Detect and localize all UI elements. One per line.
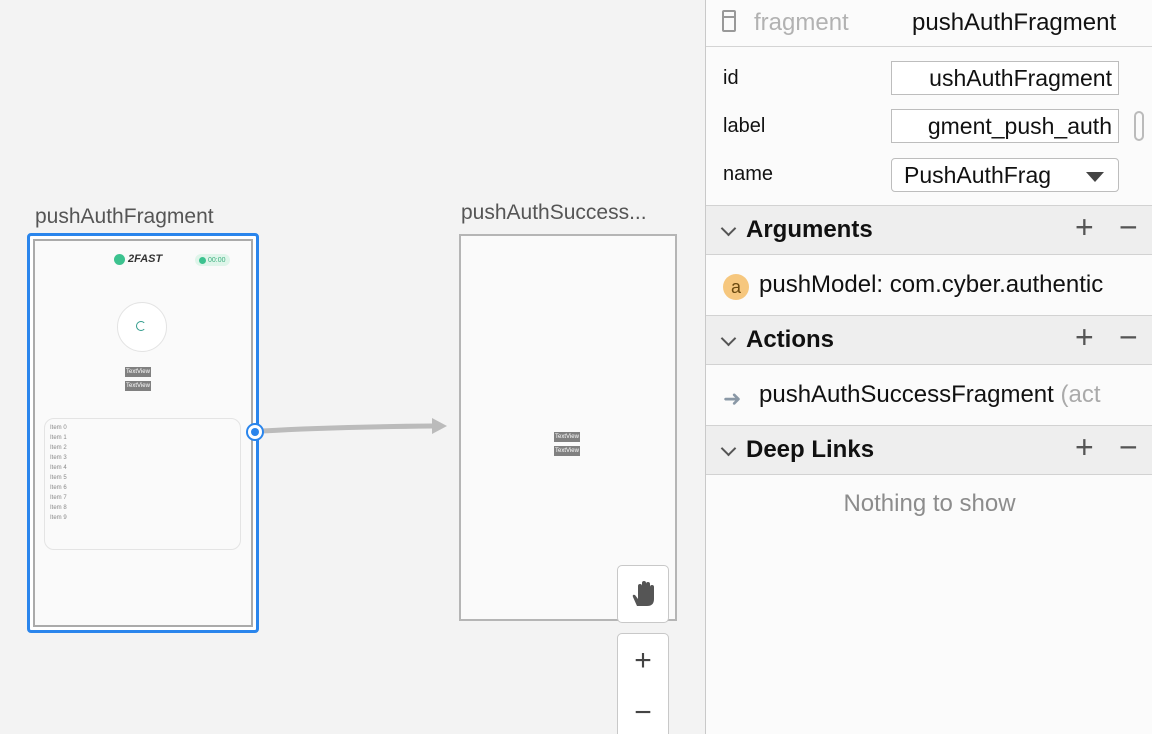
pan-button[interactable] bbox=[617, 565, 669, 623]
action-destination: pushAuthSuccessFragment bbox=[759, 381, 1054, 408]
label-field[interactable]: gment_push_auth bbox=[891, 109, 1119, 143]
chevron-down-icon bbox=[720, 220, 737, 237]
chevron-down-icon bbox=[720, 330, 737, 347]
empty-state: Nothing to show bbox=[843, 490, 1016, 517]
section-arguments[interactable]: Arguments + − bbox=[706, 205, 1152, 255]
remove-deep-link-button[interactable]: − bbox=[1119, 429, 1138, 466]
label-label: label bbox=[723, 115, 766, 137]
destination-name: pushAuthFragment bbox=[912, 9, 1117, 36]
section-title: Arguments bbox=[746, 216, 873, 243]
fragment-node-push-auth-success[interactable]: TextView TextView bbox=[459, 234, 677, 621]
remove-action-button[interactable]: − bbox=[1119, 319, 1138, 356]
argument-item[interactable]: a pushModel: com.cyber.authentic bbox=[706, 258, 1152, 316]
section-title: Actions bbox=[746, 326, 835, 353]
arrow-right-icon: ➜ bbox=[723, 386, 742, 411]
section-title: Deep Links bbox=[746, 436, 875, 463]
name-label: name bbox=[723, 163, 774, 185]
panel-header: fragment pushAuthFragment bbox=[706, 0, 1152, 47]
section-deep-links[interactable]: Deep Links + − bbox=[706, 425, 1152, 475]
argument-icon: a bbox=[723, 274, 749, 300]
destination-type: fragment bbox=[754, 9, 849, 36]
action-id-suffix: (act bbox=[1060, 381, 1101, 408]
fragment-icon bbox=[722, 10, 736, 32]
add-action-button[interactable]: + bbox=[1075, 319, 1094, 356]
section-actions[interactable]: Actions + − bbox=[706, 315, 1152, 365]
argument-text: pushModel: com.cyber.authentic bbox=[759, 271, 1104, 298]
add-argument-button[interactable]: + bbox=[1075, 209, 1094, 246]
remove-argument-button[interactable]: − bbox=[1119, 209, 1138, 246]
name-selected-value: PushAuthFrag bbox=[904, 162, 1052, 188]
zoom-controls: + − bbox=[617, 633, 669, 734]
attributes-panel: fragment pushAuthFragment id ushAuthFrag… bbox=[705, 0, 1152, 734]
hand-icon bbox=[632, 581, 654, 606]
zoom-in-button[interactable]: + bbox=[618, 636, 668, 686]
text-view: TextView bbox=[554, 446, 580, 456]
name-dropdown[interactable]: PushAuthFrag bbox=[891, 158, 1119, 192]
zoom-out-button[interactable]: − bbox=[618, 688, 668, 734]
text-view: TextView bbox=[554, 432, 580, 442]
chevron-down-icon bbox=[720, 440, 737, 457]
action-handle[interactable] bbox=[246, 423, 264, 441]
id-label: id bbox=[723, 67, 739, 89]
id-field[interactable]: ushAuthFragment bbox=[891, 61, 1119, 95]
chevron-down-icon bbox=[1086, 172, 1104, 182]
navigation-canvas[interactable]: pushAuthFragment 2FAST 00:00 TextView Te… bbox=[0, 0, 705, 734]
node-title-push-auth-success: pushAuthSuccess... bbox=[461, 201, 647, 224]
handle-dot-icon bbox=[251, 428, 259, 436]
action-text: pushAuthSuccessFragment (act bbox=[759, 381, 1101, 409]
label-resource-button[interactable] bbox=[1134, 111, 1144, 141]
action-item[interactable]: ➜ pushAuthSuccessFragment (act bbox=[706, 368, 1152, 426]
add-deep-link-button[interactable]: + bbox=[1075, 429, 1094, 466]
